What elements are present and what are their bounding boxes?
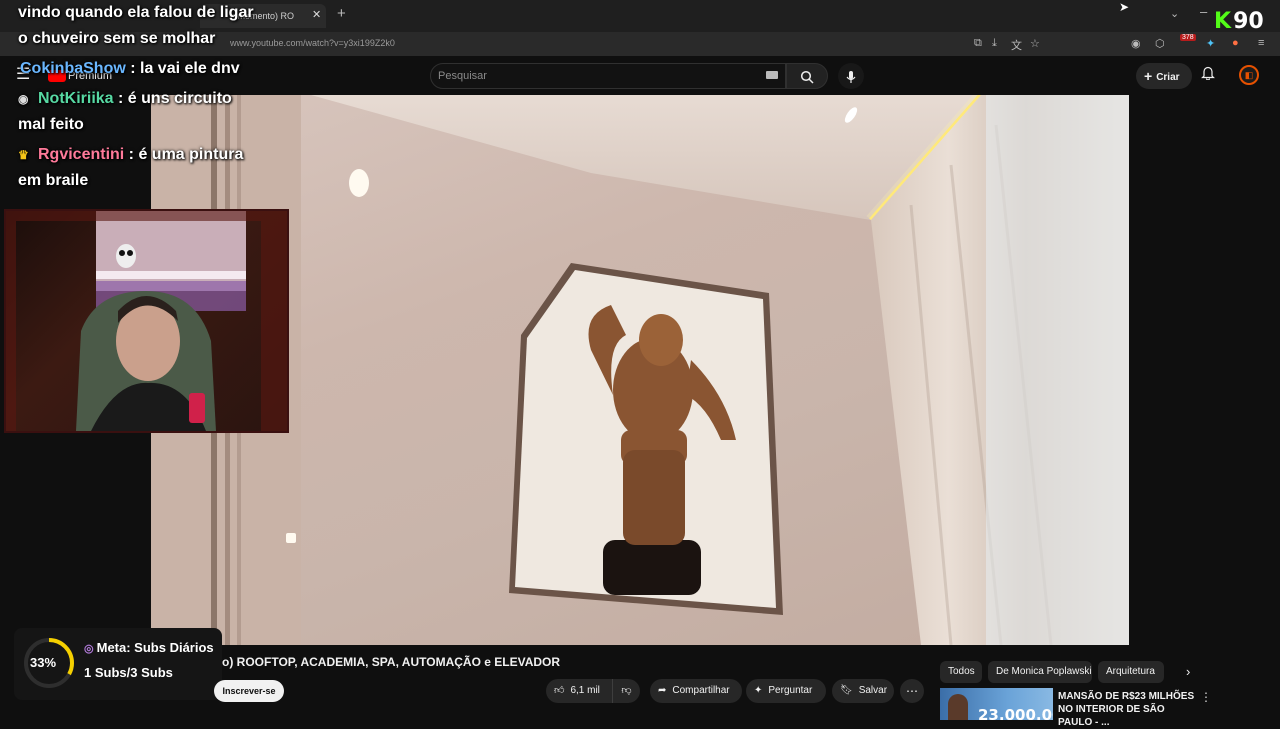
browser-menu-icon[interactable]: ≡ (1258, 37, 1264, 49)
recommended-title[interactable]: MANSÃO DE R$23 MILHÕES NO INTERIOR DE SÃ… (1058, 690, 1198, 729)
save-button[interactable]: 🔖︎ Salvar (832, 679, 894, 703)
chat-line: em braile (18, 172, 88, 190)
keyboard-icon[interactable] (766, 71, 778, 79)
chip-todos[interactable]: Todos (940, 661, 982, 683)
search-button[interactable] (786, 63, 828, 89)
chevron-down-icon[interactable]: ⌄ (1170, 7, 1179, 20)
goal-title: ◎ Meta: Subs Diários (84, 640, 214, 655)
plus-icon: + (1144, 68, 1153, 84)
mouse-cursor-icon: ➤ (1119, 0, 1130, 14)
chat-line: vindo quando ela falou de ligar (18, 4, 254, 22)
chat-line: ♛ Rgvicentini : é uma pintura (18, 146, 243, 164)
create-button[interactable]: + Criar (1136, 63, 1192, 89)
ask-label: Perguntar (768, 685, 813, 696)
save-label: Salvar (858, 685, 888, 696)
share-button[interactable]: ➦ Compartilhar (650, 679, 742, 703)
subscribe-button[interactable]: Inscrever-se (214, 680, 284, 702)
chevron-right-icon[interactable]: › (1186, 664, 1190, 679)
kick-k-letter: K (1214, 9, 1232, 34)
video-frame-image (151, 95, 1129, 645)
thumbs-up-icon: 👍︎ (554, 685, 565, 696)
bookmark-icon: 🔖︎ (840, 685, 853, 696)
recommended-thumbnail[interactable]: 23.000.000 (940, 688, 1053, 720)
ask-button[interactable]: ✦ Perguntar (746, 679, 826, 703)
share-label: Compartilhar (672, 685, 730, 696)
chip-monica-poplawski[interactable]: De Monica Poplawski (988, 661, 1092, 683)
video-title: o) ROOFTOP, ACADEMIA, SPA, AUTOMAÇÃO e E… (222, 655, 561, 669)
chat-line: mal feito (18, 116, 84, 134)
more-actions-icon[interactable]: ⋯ (900, 679, 924, 703)
chat-line: CokinbaShow : la vai ele dnv (20, 60, 240, 78)
chat-line: o chuveiro sem se molhar (18, 30, 215, 48)
bookmark-star-icon[interactable]: ☆ (1030, 37, 1040, 50)
chat-text: vindo quando ela falou de ligar (18, 4, 254, 21)
like-count: 6,1 mil (570, 685, 600, 696)
chat-username: Rgvicentini (38, 146, 125, 163)
chat-username: NotKiriika (38, 90, 114, 107)
sparkle-icon: ✦ (754, 685, 763, 696)
share-arrow-icon: ➦ (658, 685, 667, 696)
account-avatar[interactable]: ◧ (1239, 65, 1259, 85)
puzzle-icon[interactable]: ⬡ (1155, 37, 1165, 50)
video-player[interactable] (151, 95, 1129, 645)
goal-title-text: Meta: Subs Diários (96, 640, 214, 655)
extension-icon-blue[interactable]: ✦ (1206, 37, 1215, 50)
tab-close-icon[interactable]: ✕ (312, 8, 321, 21)
translate-icon[interactable]: 文 (1011, 37, 1022, 53)
chat-line: ◉ NotKiriika : é uns circuito (18, 90, 232, 108)
minimize-button[interactable]: – (1200, 4, 1207, 19)
thumbs-down-icon: 👎︎ (621, 685, 632, 696)
chat-text: : é uns circuito (113, 90, 232, 107)
url-text[interactable]: www.youtube.com/watch?v=y3xi199Z2k0 (230, 38, 395, 48)
chat-text: : la vai ele dnv (125, 60, 240, 77)
goal-percent: 33% (30, 655, 57, 670)
chat-username: CokinbaShow (20, 60, 126, 77)
search-input[interactable] (438, 64, 738, 88)
like-button[interactable]: 👍︎ 6,1 mil (546, 679, 612, 703)
kebab-menu-icon[interactable]: ⋮ (1200, 690, 1212, 704)
profile-icon[interactable]: ● (1232, 37, 1239, 49)
chat-text: mal feito (18, 116, 84, 133)
create-label: Criar (1156, 72, 1180, 83)
mask-badge-icon: ◉ (18, 92, 29, 106)
chat-text: o chuveiro sem se molhar (18, 30, 216, 47)
microphone-icon (846, 70, 856, 83)
chip-arquitetura[interactable]: Arquitetura (1098, 661, 1164, 683)
extension-icon[interactable]: ◉ (1131, 37, 1141, 50)
download-icon[interactable]: ⤓ (992, 37, 997, 50)
microphone-button[interactable] (838, 63, 864, 89)
thumbnail-price-text: 23.000.000 (978, 706, 1053, 720)
bell-icon (1201, 66, 1215, 81)
crown-badge-icon: ♛ (18, 148, 29, 162)
notifications-bell-icon[interactable] (1201, 65, 1215, 83)
new-tab-button[interactable]: + (337, 5, 346, 22)
thumbnail-person (948, 694, 968, 720)
dislike-button[interactable]: 👎︎ (612, 679, 640, 703)
chat-text: em braile (18, 172, 89, 189)
goal-count: 1 Subs/3 Subs (84, 665, 173, 680)
extension-badge[interactable]: 378 (1180, 34, 1196, 41)
streamer-webcam (4, 209, 289, 433)
search-icon (800, 71, 814, 84)
kick-number: 90 (1233, 9, 1264, 34)
kick-logo-overlay: K90 (1214, 9, 1264, 34)
webcam-image (6, 211, 287, 431)
goal-dot-icon: ◎ (84, 643, 94, 655)
install-icon[interactable]: ⧉ (974, 37, 982, 50)
chat-text: : é uma pintura (124, 146, 244, 163)
